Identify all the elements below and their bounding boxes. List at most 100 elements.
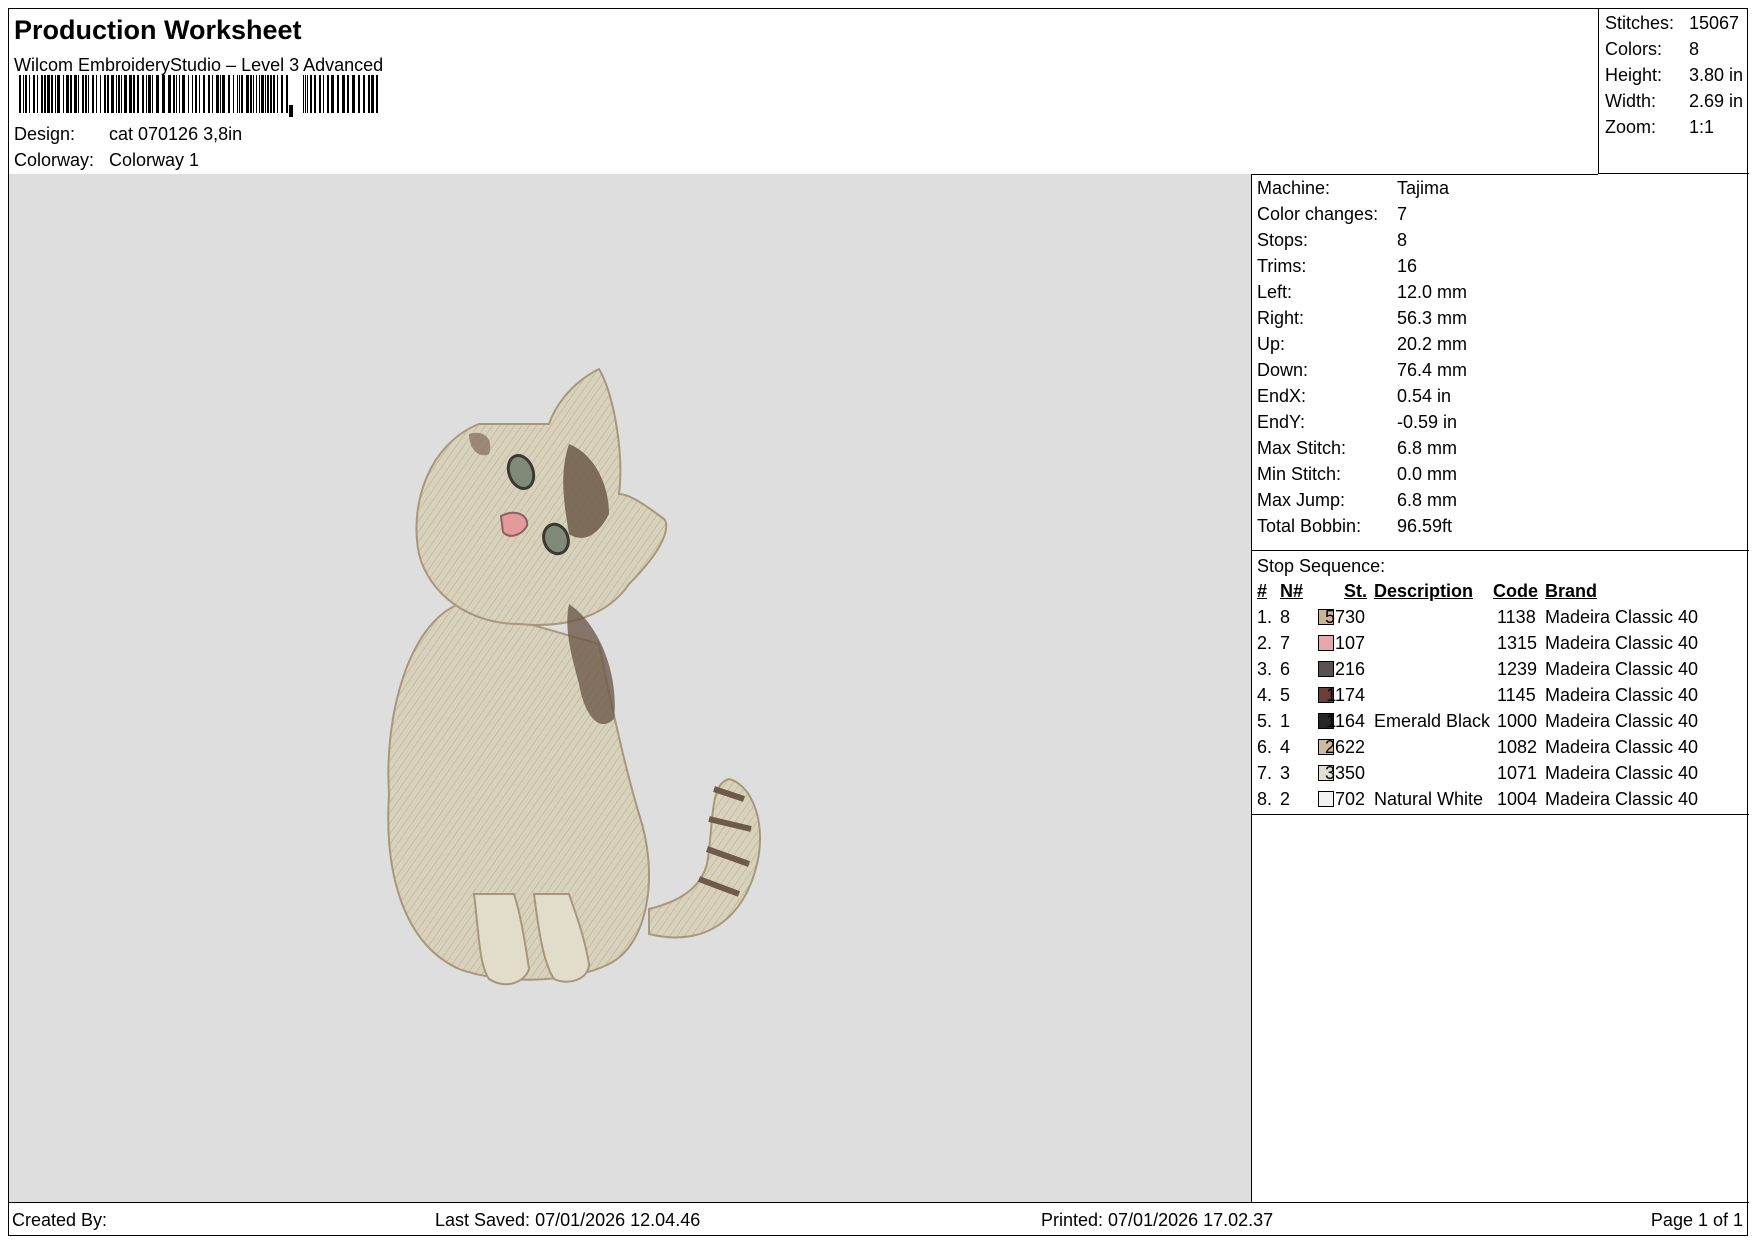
info-label: Left:	[1257, 282, 1293, 302]
info-value: -0.59 in	[1397, 412, 1458, 432]
thread-brand: Madeira Classic 40	[1545, 633, 1699, 653]
machine-info-row: Left: 12.0 mm	[1257, 282, 1467, 303]
thread-brand: Madeira Classic 40	[1545, 789, 1699, 809]
info-value: 0.54 in	[1397, 386, 1452, 406]
thread-code: 1000	[1497, 711, 1538, 731]
info-value: 20.2 mm	[1397, 334, 1468, 354]
thread-description: Natural White	[1374, 789, 1484, 809]
page-title: Production Worksheet	[14, 15, 302, 45]
stitch-count: 702	[1334, 789, 1365, 809]
stop-sequence-title: Stop Sequence:	[1257, 556, 1386, 576]
needle-number: 1	[1280, 711, 1291, 731]
summary-label: Width:	[1605, 91, 1657, 111]
summary-label: Colors:	[1605, 39, 1663, 59]
needle-number: 5	[1280, 685, 1291, 705]
machine-info-row: Max Stitch: 6.8 mm	[1257, 438, 1457, 459]
needle-number: 4	[1280, 737, 1291, 757]
table-row: 6. 4 2622 1082 Madeira Classic 40	[1252, 737, 1749, 763]
info-value: 8	[1397, 230, 1408, 250]
summary-row: Stitches: 15067	[1605, 13, 1739, 34]
info-label: Color changes:	[1257, 204, 1379, 224]
stitch-count: 107	[1334, 633, 1365, 653]
machine-info-row: EndX: 0.54 in	[1257, 386, 1451, 407]
machine-info-row: Trims: 16	[1257, 256, 1417, 277]
info-label: EndX:	[1257, 386, 1307, 406]
stitch-count: 1174	[1326, 685, 1365, 705]
info-value: 96.59ft	[1397, 516, 1453, 536]
machine-info-row: Up: 20.2 mm	[1257, 334, 1467, 355]
color-swatch	[1318, 661, 1334, 677]
col-header-needle: N#	[1280, 581, 1304, 601]
thread-code: 1138	[1497, 607, 1536, 627]
thread-brand: Madeira Classic 40	[1545, 607, 1699, 627]
color-swatch	[1318, 791, 1334, 807]
divider	[1252, 550, 1749, 551]
table-row: 1. 8 5730 1138 Madeira Classic 40	[1252, 607, 1749, 633]
divider	[1252, 814, 1749, 815]
info-label: Total Bobbin:	[1257, 516, 1362, 536]
needle-number: 3	[1280, 763, 1291, 783]
page-number: Page 1 of 1	[1650, 1210, 1743, 1230]
thread-brand: Madeira Classic 40	[1545, 711, 1699, 731]
thread-code: 1082	[1497, 737, 1538, 757]
stitch-count: 1164	[1326, 711, 1365, 731]
summary-row: Height: 3.80 in	[1605, 65, 1743, 86]
info-value: 7	[1397, 204, 1408, 224]
col-header-description: Description	[1374, 581, 1474, 601]
needle-number: 7	[1280, 633, 1291, 653]
summary-label: Zoom:	[1605, 117, 1657, 137]
design-preview	[9, 174, 1252, 1202]
machine-info-row: Total Bobbin: 96.59ft	[1257, 516, 1452, 537]
summary-value: 8	[1689, 39, 1700, 59]
table-row: 4. 5 1174 1145 Madeira Classic 40	[1252, 685, 1749, 711]
colorway-line: Colorway: Colorway 1	[14, 150, 199, 171]
cat-embroidery-image	[387, 367, 761, 986]
machine-info-row: Right: 56.3 mm	[1257, 308, 1467, 329]
thread-brand: Madeira Classic 40	[1545, 659, 1699, 679]
row-number: 5.	[1257, 711, 1273, 731]
machine-info-row: Machine: Tajima	[1257, 178, 1449, 199]
created-by: Created By:	[12, 1210, 108, 1230]
info-value: 0.0 mm	[1397, 464, 1458, 484]
stitch-count: 2622	[1324, 737, 1365, 757]
machine-info-row: Down: 76.4 mm	[1257, 360, 1467, 381]
machine-info-row: EndY: -0.59 in	[1257, 412, 1457, 433]
summary-value: 15067	[1689, 13, 1740, 33]
design-value: cat 070126 3,8in	[109, 124, 243, 144]
row-number: 3.	[1257, 659, 1273, 679]
machine-info-row: Stops: 8	[1257, 230, 1407, 251]
row-number: 1.	[1257, 607, 1273, 627]
thread-code: 1239	[1497, 659, 1538, 679]
info-label: Max Jump:	[1257, 490, 1346, 510]
last-saved: Last Saved: 07/01/2026 12.04.46	[435, 1210, 701, 1230]
machine-info-panel: Machine: Tajima Color changes: 7 Stops: 8 Trim…	[1252, 174, 1749, 1202]
table-row: 5. 1 1164 Emerald Black 1000 Madeira Classic …	[1252, 711, 1749, 737]
colorway-label: Colorway:	[14, 150, 95, 170]
printed-date: Printed: 07/01/2026 17.02.37	[1041, 1210, 1274, 1230]
info-value: 6.8 mm	[1397, 438, 1458, 458]
info-label: Stops:	[1257, 230, 1309, 250]
thread-description: Emerald Black	[1374, 711, 1491, 731]
info-value: Tajima	[1397, 178, 1450, 198]
stitch-count: 5730	[1324, 607, 1365, 627]
worksheet-frame: Production Worksheet Wilcom EmbroiderySt…	[8, 8, 1749, 1236]
colorway-value: Colorway 1	[109, 150, 200, 170]
table-row: 8. 2 702 Natural White 1004 Madeira Classic 4…	[1252, 789, 1749, 815]
machine-info-row: Color changes: 7	[1257, 204, 1407, 225]
info-label: EndY:	[1257, 412, 1306, 432]
row-number: 2.	[1257, 633, 1273, 653]
summary-row: Zoom: 1:1	[1605, 117, 1714, 138]
table-row: 7. 3 3350 1071 Madeira Classic 40	[1252, 763, 1749, 789]
stitch-count: 216	[1334, 659, 1365, 679]
col-header-code: Code	[1493, 581, 1538, 601]
stitch-count: 3350	[1324, 763, 1365, 783]
info-value: 6.8 mm	[1397, 490, 1458, 510]
row-number: 7.	[1257, 763, 1273, 783]
barcode-image	[19, 75, 378, 117]
software-name: Wilcom EmbroideryStudio – Level 3 Advanc…	[14, 55, 384, 75]
info-value: 12.0 mm	[1397, 282, 1468, 302]
info-value: 56.3 mm	[1397, 308, 1468, 328]
info-label: Down:	[1257, 360, 1309, 380]
thread-code: 1315	[1497, 633, 1538, 653]
row-number: 4.	[1257, 685, 1273, 705]
